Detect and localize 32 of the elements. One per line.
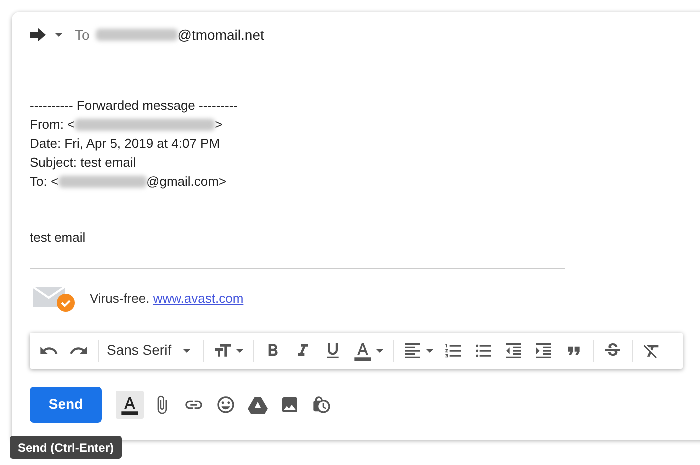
angle-bracket: > [215,116,223,134]
caret-icon [376,348,384,352]
to-label: To [75,26,90,44]
photo-icon [280,394,300,414]
signature-text: Virus-free. www.avast.com [90,290,244,308]
to-line: To: < [30,173,59,191]
triangle-icon [248,396,268,414]
mail-check-icon [30,284,76,312]
text-format-icon [120,394,140,414]
font-dropdown[interactable]: Sans Serif [103,336,199,364]
email-domain: @gmail.com> [146,173,227,191]
send-button[interactable]: Send [30,386,102,422]
from-label: From: < [30,116,76,134]
caret-icon [236,348,244,352]
caret-icon [182,348,191,352]
tooltip: Send (Ctrl-Enter) [10,436,122,459]
indent-less-icon [504,340,524,360]
avast-link[interactable]: www.avast.com [153,290,244,306]
message-body: test email [30,229,87,247]
caret-icon [426,348,434,352]
text-color-icon [352,340,373,360]
smiley-icon [216,394,236,414]
recipient-address: @tmomail.net [178,26,264,44]
caret-icon [55,33,63,37]
forwarded-header: ---------- Forwarded message --------- [30,97,239,115]
align-icon [402,340,423,360]
formatting-options-button[interactable] [116,390,144,418]
subject-line: Subject: test email [30,154,138,172]
indent-more-icon [534,340,554,360]
lock-clock-icon [312,394,332,414]
date-line: Date: Fri, Apr 5, 2019 at 4:07 PM [30,135,222,153]
forward-arrow-icon[interactable] [30,28,46,42]
